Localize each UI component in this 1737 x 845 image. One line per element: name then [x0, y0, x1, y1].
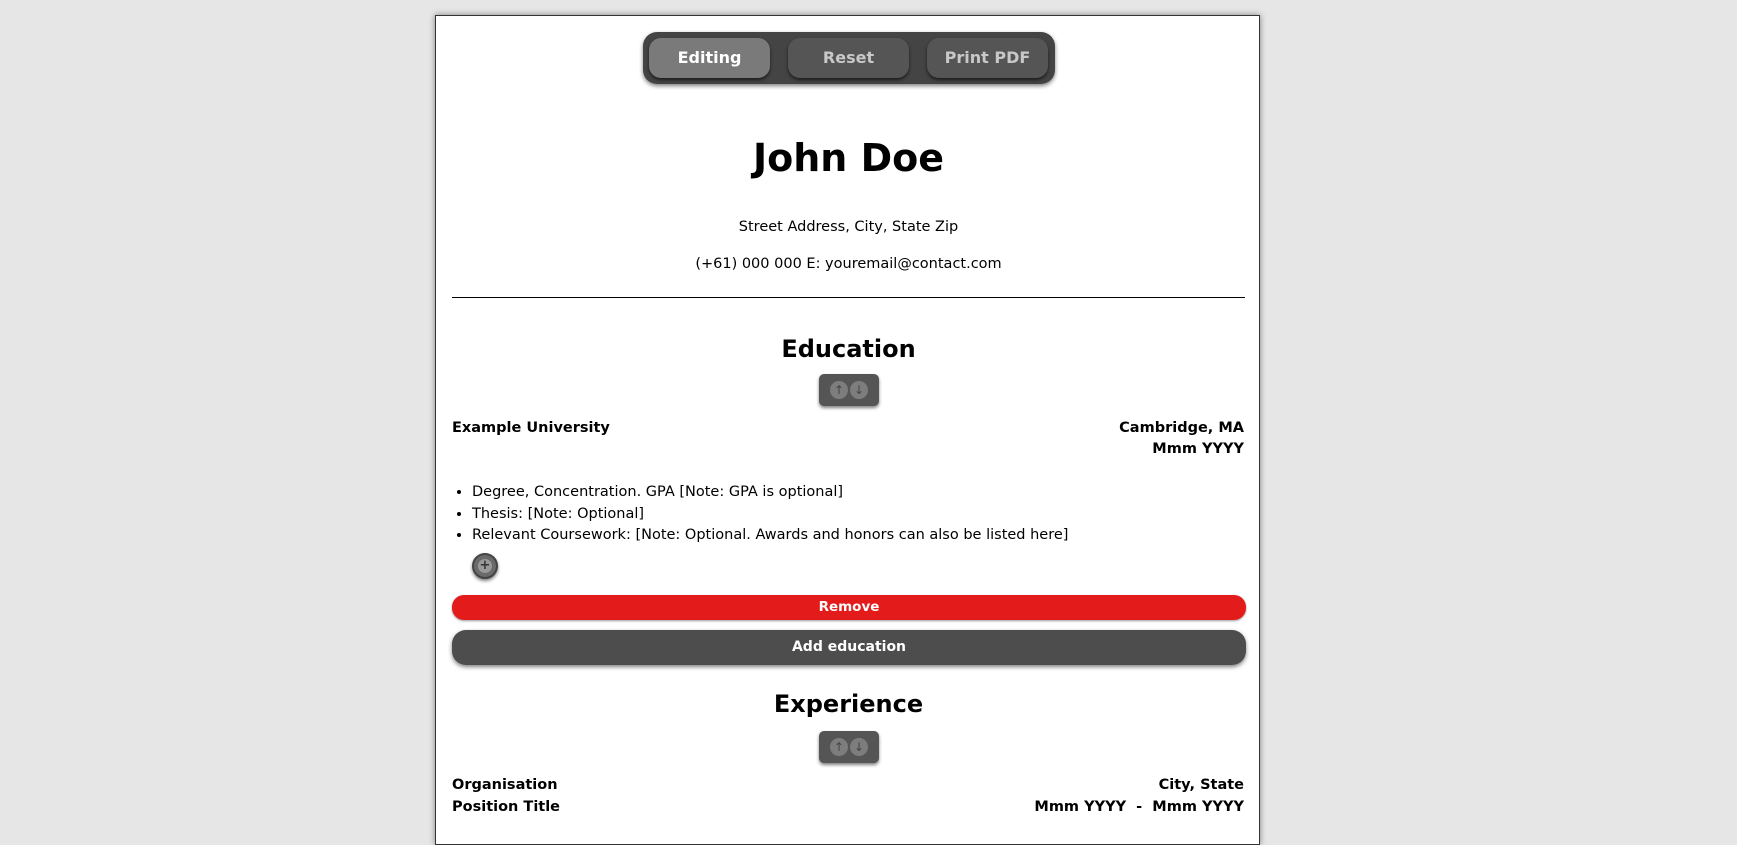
add-education-button[interactable]: Add education: [452, 630, 1246, 665]
remove-button[interactable]: Remove: [452, 595, 1246, 620]
header-divider: [452, 297, 1245, 298]
experience-organisation[interactable]: Organisation: [452, 776, 558, 794]
arrow-down-icon[interactable]: ↓: [850, 381, 868, 399]
editing-button[interactable]: Editing: [649, 38, 770, 78]
experience-position[interactable]: Position Title: [452, 798, 560, 816]
arrow-down-icon[interactable]: ↓: [850, 738, 868, 756]
resume-name[interactable]: John Doe: [436, 135, 1261, 181]
education-location[interactable]: Cambridge, MA: [1119, 419, 1244, 437]
list-item[interactable]: Degree, Concentration. GPA [Note: GPA is…: [472, 482, 1068, 504]
contact-line[interactable]: (+61) 000 000 E: youremail@contact.com: [436, 255, 1261, 273]
education-date[interactable]: Mmm YYYY: [1152, 440, 1244, 458]
plus-icon: +: [478, 558, 492, 573]
experience-dates[interactable]: Mmm YYYY - Mmm YYYY: [1034, 798, 1244, 816]
mode-toolbar: Editing Reset Print PDF: [643, 32, 1055, 84]
education-bullet-list: Degree, Concentration. GPA [Note: GPA is…: [452, 482, 1068, 547]
resume-page: Editing Reset Print PDF John Doe Street …: [435, 15, 1260, 845]
experience-section-mover: ↑ ↓: [819, 731, 879, 763]
arrow-up-icon[interactable]: ↑: [830, 738, 848, 756]
add-bullet-button[interactable]: +: [472, 553, 498, 579]
list-item[interactable]: Thesis: [Note: Optional]: [472, 504, 1068, 526]
arrow-up-icon[interactable]: ↑: [830, 381, 848, 399]
print-pdf-button[interactable]: Print PDF: [927, 38, 1048, 78]
list-item[interactable]: Relevant Coursework: [Note: Optional. Aw…: [472, 525, 1068, 547]
reset-button[interactable]: Reset: [788, 38, 909, 78]
education-section-mover: ↑ ↓: [819, 374, 879, 406]
education-institution[interactable]: Example University: [452, 419, 610, 437]
education-heading[interactable]: Education: [436, 334, 1261, 364]
experience-location[interactable]: City, State: [1159, 776, 1244, 794]
address-line[interactable]: Street Address, City, State Zip: [436, 218, 1261, 236]
experience-heading[interactable]: Experience: [436, 689, 1261, 719]
